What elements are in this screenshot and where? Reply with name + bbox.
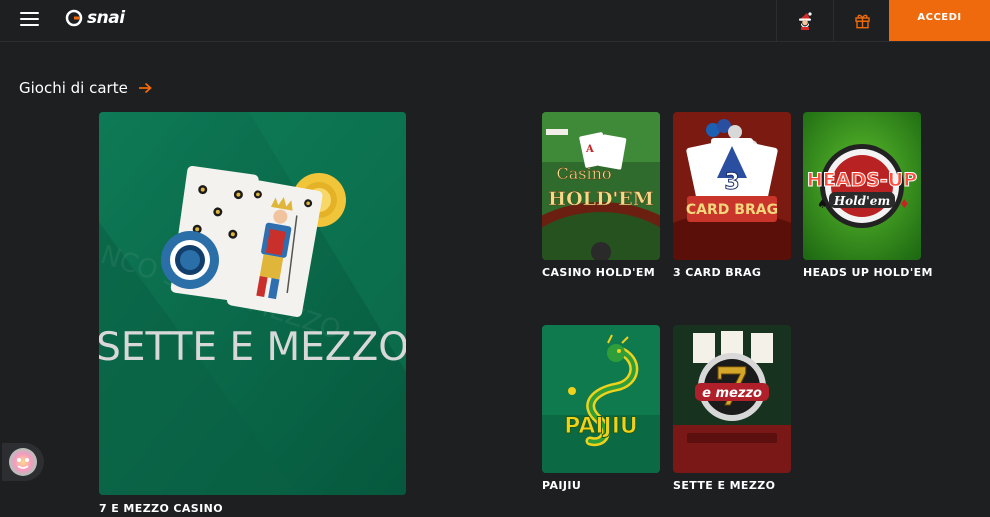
game-artwork: A Casino HOLD'EM xyxy=(542,112,660,260)
game-tile-heads-up-holdem[interactable]: HEADS-UP Hold'em ♠ ♦ xyxy=(803,112,921,260)
game-label[interactable]: 3 CARD BRAG xyxy=(673,266,761,279)
section-header-card-games[interactable]: Giochi di carte xyxy=(19,79,152,97)
featured-art-title: SETTE E MEZZO xyxy=(99,325,406,370)
game-artwork: NCO SETTE MEZZO xyxy=(99,112,406,495)
game-label[interactable]: 7 E MEZZO CASINO xyxy=(99,502,223,515)
svg-text:HEADS-UP: HEADS-UP xyxy=(807,169,917,191)
chat-assistant-button[interactable] xyxy=(2,443,44,481)
santa-icon[interactable] xyxy=(776,0,833,41)
game-tile-casino-holdem[interactable]: A Casino HOLD'EM xyxy=(542,112,660,260)
game-artwork: 7 e mezzo xyxy=(673,325,791,473)
svg-text:♠: ♠ xyxy=(817,197,828,211)
game-label[interactable]: HEADS UP HOLD'EM xyxy=(803,266,933,279)
game-label[interactable]: CASINO HOLD'EM xyxy=(542,266,655,279)
login-button[interactable]: ACCEDI xyxy=(889,0,990,41)
game-artwork: 3 CARD BRAG xyxy=(673,112,791,260)
svg-text:A: A xyxy=(585,144,594,155)
svg-text:Hold'em: Hold'em xyxy=(833,194,890,208)
svg-text:3: 3 xyxy=(724,170,739,195)
game-tile-sette-e-mezzo[interactable]: 7 e mezzo xyxy=(673,325,791,473)
game-artwork: HEADS-UP Hold'em ♠ ♦ xyxy=(803,112,921,260)
svg-text:♦: ♦ xyxy=(899,197,910,211)
section-title: Giochi di carte xyxy=(19,79,128,97)
arrow-right-icon xyxy=(138,82,152,94)
svg-text:HOLD'EM: HOLD'EM xyxy=(548,188,654,210)
gift-icon[interactable] xyxy=(833,0,890,41)
game-label[interactable]: SETTE E MEZZO xyxy=(673,479,775,492)
top-navigation-bar: snai ACCEDI xyxy=(0,0,990,42)
svg-text:Casino: Casino xyxy=(556,164,611,183)
snai-logo[interactable]: snai xyxy=(64,6,125,30)
game-tile-3-card-brag[interactable]: 3 CARD BRAG xyxy=(673,112,791,260)
game-tile-paijiu[interactable]: PAIJIU xyxy=(542,325,660,473)
game-art-title: PAIJIU xyxy=(564,414,638,439)
game-art-title: CARD BRAG xyxy=(686,202,778,218)
logo-text: snai xyxy=(87,8,125,28)
game-label[interactable]: PAIJIU xyxy=(542,479,581,492)
chat-avatar-icon xyxy=(9,448,37,476)
game-artwork: PAIJIU xyxy=(542,325,660,473)
logo-ring-icon xyxy=(65,9,83,27)
game-art-title: e mezzo xyxy=(702,386,762,401)
hamburger-menu-icon[interactable] xyxy=(20,11,39,27)
game-tile-7-e-mezzo-casino[interactable]: NCO SETTE MEZZO xyxy=(99,112,406,495)
